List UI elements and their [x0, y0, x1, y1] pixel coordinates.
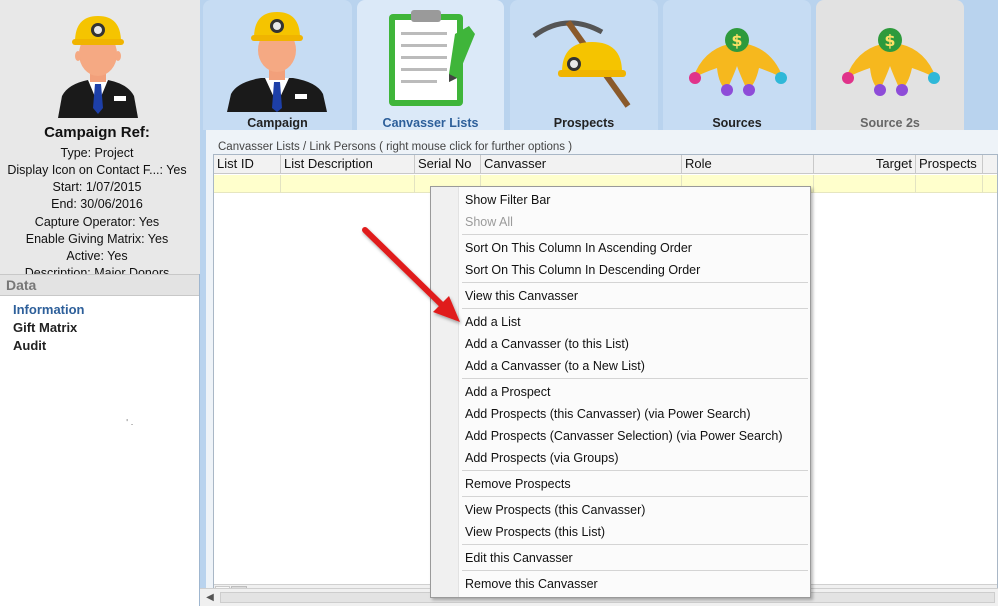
- start-date: Start: 1/07/2015: [52, 180, 142, 194]
- svg-text:$: $: [884, 31, 895, 50]
- data-section-label: Data: [6, 277, 37, 293]
- scroll-left-arrow-icon[interactable]: ◀: [203, 591, 217, 604]
- menu-icon-gutter: [431, 187, 459, 597]
- pickaxe-helmet-icon: [532, 20, 631, 108]
- menu-remove-prospects[interactable]: Remove Prospects: [465, 477, 571, 491]
- tab-campaign-label: Campaign: [247, 116, 308, 130]
- capture-operator: Capture Operator: Yes: [34, 215, 160, 229]
- active-status: Active: Yes: [66, 249, 128, 263]
- menu-add-canvasser-this-list[interactable]: Add a Canvasser (to this List): [465, 337, 629, 351]
- col-canvasser[interactable]: Canvasser: [481, 155, 682, 174]
- menu-remove-canvasser[interactable]: Remove this Canvasser: [465, 577, 598, 591]
- stray-mark: ' .: [126, 418, 134, 427]
- end-date: End: 30/06/2016: [51, 197, 143, 211]
- menu-sort-ascending[interactable]: Sort On This Column In Ascending Order: [465, 241, 692, 255]
- col-prospects[interactable]: Prospects: [916, 155, 983, 174]
- nav-gift-matrix[interactable]: Gift Matrix: [13, 320, 77, 335]
- display-icon-setting: Display Icon on Contact F...: Yes: [7, 163, 187, 177]
- campaign-ref-title: Campaign Ref:: [44, 124, 150, 141]
- menu-separator: [462, 234, 808, 235]
- menu-view-canvasser[interactable]: View this Canvasser: [465, 289, 578, 303]
- left-panel: Campaign Ref: Type: Project Display Icon…: [0, 0, 200, 606]
- campaign-type: Type: Project: [60, 146, 134, 160]
- col-role[interactable]: Role: [682, 155, 814, 174]
- svg-text:$: $: [731, 31, 742, 50]
- tab-campaign[interactable]: Campaign: [203, 0, 352, 130]
- menu-sort-descending[interactable]: Sort On This Column In Descending Order: [465, 263, 700, 277]
- grid-header: List ID List Description Serial No Canva…: [214, 155, 997, 174]
- tab-source-2s-label: Source 2s: [860, 116, 920, 130]
- cell-list-id: [214, 175, 281, 193]
- grid-caption: Canvasser Lists / Link Persons ( right m…: [218, 141, 573, 153]
- col-list-description[interactable]: List Description: [281, 155, 415, 174]
- menu-view-prospects-this-canvasser[interactable]: View Prospects (this Canvasser): [465, 503, 645, 517]
- menu-add-prospects-this-canvasser[interactable]: Add Prospects (this Canvasser) (via Powe…: [465, 407, 751, 421]
- tab-source-2s[interactable]: $ Source 2s: [816, 0, 964, 130]
- menu-add-list[interactable]: Add a List: [465, 315, 521, 329]
- menu-separator: [462, 308, 808, 309]
- menu-edit-canvasser[interactable]: Edit this Canvasser: [465, 551, 573, 565]
- nav-information[interactable]: Information: [13, 302, 85, 317]
- menu-add-prospects-canvasser-selection[interactable]: Add Prospects (Canvasser Selection) (via…: [465, 429, 783, 443]
- menu-separator: [462, 378, 808, 379]
- cell-prospects: [916, 175, 983, 193]
- col-target[interactable]: Target: [814, 155, 916, 174]
- money-hand-icon: $: [842, 28, 940, 96]
- context-menu: Show Filter Bar Show All Sort On This Co…: [430, 186, 811, 598]
- enable-giving-matrix: Enable Giving Matrix: Yes: [25, 232, 169, 246]
- tab-canvasser-lists[interactable]: Canvasser Lists: [357, 0, 504, 130]
- menu-separator: [462, 570, 808, 571]
- menu-add-canvasser-new-list[interactable]: Add a Canvasser (to a New List): [465, 359, 645, 373]
- col-serial-no[interactable]: Serial No: [415, 155, 481, 174]
- nav-audit[interactable]: Audit: [13, 338, 46, 353]
- menu-view-prospects-this-list[interactable]: View Prospects (this List): [465, 525, 605, 539]
- menu-separator: [462, 470, 808, 471]
- tab-sources-label: Sources: [712, 116, 762, 130]
- col-list-id[interactable]: List ID: [214, 155, 281, 174]
- miner-avatar-icon: [58, 16, 138, 118]
- menu-separator: [462, 282, 808, 283]
- tab-prospects-label: Prospects: [553, 116, 615, 130]
- menu-add-prospects-via-groups[interactable]: Add Prospects (via Groups): [465, 451, 619, 465]
- description: Description: Major Donors: [24, 266, 170, 274]
- menu-show-all: Show All: [465, 215, 513, 229]
- campaign-summary: Campaign Ref: Type: Project Display Icon…: [0, 0, 200, 274]
- miner-person-icon: [227, 12, 327, 112]
- cell-target: [814, 175, 916, 193]
- menu-add-prospect[interactable]: Add a Prospect: [465, 385, 550, 399]
- tab-canvasser-lists-label: Canvasser Lists: [382, 116, 479, 130]
- tab-prospects[interactable]: Prospects: [510, 0, 658, 130]
- tab-sources[interactable]: $ Sources: [663, 0, 811, 130]
- data-section-header: Data: [0, 274, 199, 296]
- money-hand-icon: $: [689, 28, 787, 96]
- clipboard-icon: [389, 10, 475, 106]
- cell-list-description: [281, 175, 415, 193]
- menu-show-filter-bar[interactable]: Show Filter Bar: [465, 193, 550, 207]
- menu-separator: [462, 496, 808, 497]
- menu-separator: [462, 544, 808, 545]
